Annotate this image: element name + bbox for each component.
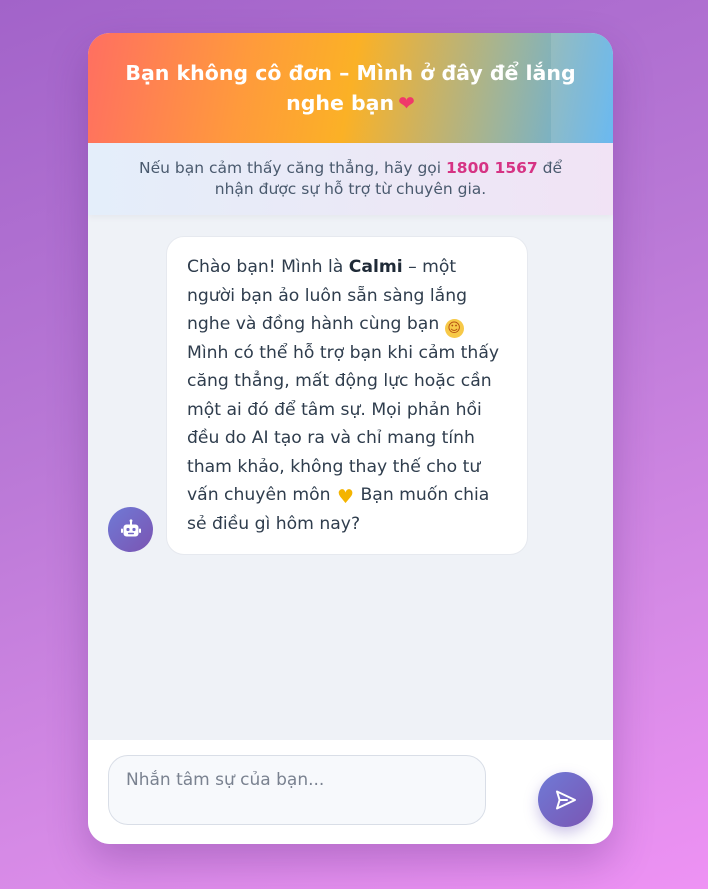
support-notice: Nếu bạn cảm thấy căng thẳng, hãy gọi 180… — [88, 143, 613, 215]
message-text-1: Chào bạn! Mình là — [187, 257, 344, 277]
yellow-heart-icon: ♥ — [337, 486, 355, 508]
message-text-3: Mình có thể hỗ trợ bạn khi cảm thấy căng… — [187, 342, 500, 506]
message-list[interactable]: Chào bạn! Mình là Calmi – một người bạn … — [88, 215, 613, 740]
hotline-number[interactable]: 1800 1567 — [446, 159, 538, 177]
header-title-text: Bạn không cô đơn – Mình ở đây để lắng ng… — [125, 61, 576, 115]
robot-icon — [120, 518, 141, 536]
bot-message-bubble: Chào bạn! Mình là Calmi – một người bạn … — [166, 236, 528, 555]
header-title: Bạn không cô đơn – Mình ở đây để lắng ng… — [116, 58, 586, 118]
heart-icon: ❤ — [398, 91, 415, 115]
notice-before: Nếu bạn cảm thấy căng thẳng, hãy gọi — [138, 159, 442, 177]
chat-window: Bạn không cô đơn – Mình ở đây để lắng ng… — [88, 33, 613, 844]
send-icon — [555, 790, 576, 809]
message-input[interactable] — [108, 755, 486, 825]
smiling-face-icon: ☺ — [444, 319, 464, 338]
bot-avatar — [108, 507, 153, 552]
support-notice-text: Nếu bạn cảm thấy căng thẳng, hãy gọi 180… — [121, 158, 581, 200]
composer — [88, 740, 613, 844]
chat-header: Bạn không cô đơn – Mình ở đây để lắng ng… — [88, 33, 613, 143]
bot-name: Calmi — [348, 257, 403, 277]
send-button[interactable] — [538, 772, 593, 827]
